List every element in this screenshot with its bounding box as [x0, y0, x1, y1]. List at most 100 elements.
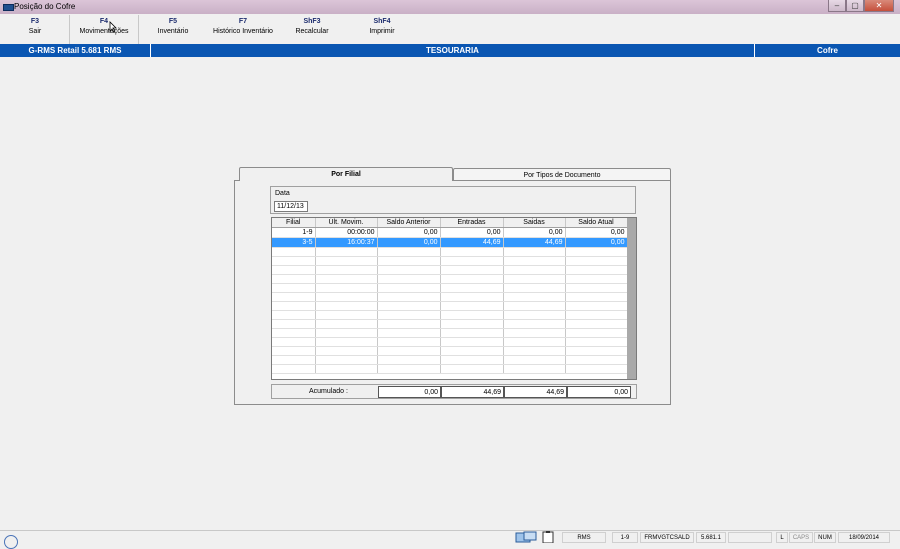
table-cell — [315, 355, 378, 365]
recalculate-button[interactable]: ShF3 Recalcular — [290, 17, 334, 37]
table-row[interactable] — [272, 319, 628, 329]
table-row[interactable] — [272, 364, 628, 374]
table-cell: 3-5 — [272, 237, 316, 248]
table-cell: 00:00:00 — [315, 227, 378, 238]
table-row[interactable] — [272, 256, 628, 266]
table-cell — [503, 310, 566, 320]
movements-button[interactable]: F4 Movimentações — [72, 17, 136, 37]
table-row[interactable] — [272, 346, 628, 356]
table-cell — [377, 283, 441, 293]
table-cell — [315, 292, 378, 302]
table-row[interactable]: 3-5 16:00:37 0,00 44,69 44,69 0,00 — [272, 237, 628, 248]
table-row[interactable] — [272, 328, 628, 338]
table-row[interactable] — [272, 274, 628, 284]
table-cell — [315, 283, 378, 293]
table-cell — [272, 346, 316, 356]
vertical-scrollbar[interactable] — [627, 218, 636, 379]
table-cell — [272, 364, 316, 374]
table-cell — [377, 337, 441, 347]
key-f5: F5 — [168, 18, 178, 25]
table-cell: 0,00 — [565, 237, 628, 248]
table-cell — [272, 256, 316, 266]
table-cell — [315, 328, 378, 338]
inventory-button[interactable]: F5 Inventário — [153, 17, 193, 37]
table-cell — [440, 355, 504, 365]
table-cell — [565, 256, 628, 266]
status-num: NUM — [814, 532, 836, 543]
module-header: G-RMS Retail 5.681 RMS TESOURARIA Cofre — [0, 44, 900, 57]
column-header[interactable]: Saldo Anterior — [377, 218, 441, 228]
table-cell — [315, 319, 378, 329]
status-bar: RMS 1-9 FRMVGTCSALD 5.681.1 L CAPS NUM 1… — [0, 530, 900, 549]
exit-label: Sair — [28, 28, 42, 35]
network-icon — [515, 531, 537, 543]
print-button[interactable]: ShF4 Imprimir — [364, 17, 400, 37]
table-row[interactable] — [272, 292, 628, 302]
accumulated-label: Acumulado : — [309, 388, 348, 395]
table-cell: 16:00:37 — [315, 237, 378, 248]
column-header[interactable]: Filial — [272, 218, 316, 228]
table-cell — [315, 247, 378, 257]
table-cell — [272, 355, 316, 365]
table-cell: 0,00 — [377, 237, 441, 248]
column-header[interactable]: Saldo Atual — [565, 218, 628, 228]
table-cell — [377, 346, 441, 356]
table-cell — [565, 355, 628, 365]
close-button[interactable]: ✕ — [864, 0, 894, 12]
table-cell — [503, 292, 566, 302]
movements-label: Movimentações — [79, 28, 129, 35]
table-cell — [503, 319, 566, 329]
date-field[interactable]: 11/12/13 — [274, 201, 308, 212]
title-bar: Posição do Cofre ‒ ▢ ✕ — [0, 0, 900, 14]
table-cell — [565, 328, 628, 338]
tab-label: Por Tipos de Documento — [523, 172, 601, 179]
accumulated-row: Acumulado : 0,00 44,69 44,69 0,00 — [271, 384, 637, 399]
table-row[interactable] — [272, 283, 628, 293]
mouse-cursor-icon — [109, 21, 117, 33]
column-header[interactable]: Entradas — [440, 218, 504, 228]
minimize-button[interactable]: ‒ — [828, 0, 846, 12]
table-cell — [272, 283, 316, 293]
table-row[interactable] — [272, 310, 628, 320]
table-row[interactable] — [272, 265, 628, 275]
inventory-history-button[interactable]: F7 Histórico Inventário — [207, 17, 279, 37]
table-cell — [440, 247, 504, 257]
maximize-button[interactable]: ▢ — [846, 0, 864, 12]
table-row[interactable]: 1-9 00:00:00 0,00 0,00 0,00 0,00 — [272, 227, 628, 238]
table-cell — [440, 256, 504, 266]
screen-name: Cofre — [817, 46, 838, 55]
table-cell — [315, 337, 378, 347]
exit-button[interactable]: F3 Sair — [22, 17, 48, 37]
table-cell — [565, 337, 628, 347]
status-form: FRMVGTCSALD — [640, 532, 694, 543]
balance-grid[interactable]: Filial Últ. Movim. Saldo Anterior Entrad… — [271, 217, 637, 380]
table-cell — [377, 301, 441, 311]
table-row[interactable] — [272, 301, 628, 311]
toolbar-separator — [69, 15, 70, 44]
function-key-toolbar: F3 Sair F4 Movimentações F5 Inventário F… — [0, 15, 900, 44]
table-cell — [565, 319, 628, 329]
table-cell — [440, 319, 504, 329]
status-l: L — [776, 532, 788, 543]
table-cell: 1-9 — [272, 227, 316, 238]
table-header-row: Filial Últ. Movim. Saldo Anterior Entrad… — [272, 218, 628, 228]
accumulated-current-balance: 0,00 — [567, 386, 631, 398]
inventory-history-label: Histórico Inventário — [213, 28, 273, 35]
table-cell — [272, 301, 316, 311]
tab-por-filial[interactable]: Por Filial — [239, 167, 453, 181]
table-row[interactable] — [272, 355, 628, 365]
table-cell — [565, 265, 628, 275]
status-version: 5.681.1 — [696, 532, 726, 543]
table-cell — [315, 256, 378, 266]
column-header[interactable]: Últ. Movim. — [315, 218, 378, 228]
column-header[interactable]: Saidas — [503, 218, 566, 228]
table-row[interactable] — [272, 247, 628, 257]
table-cell — [315, 301, 378, 311]
table-cell — [272, 265, 316, 275]
table-cell — [272, 310, 316, 320]
tab-label: Por Filial — [331, 171, 361, 178]
table-cell — [272, 274, 316, 284]
toolbar-separator — [138, 15, 139, 44]
table-row[interactable] — [272, 337, 628, 347]
table-cell — [503, 346, 566, 356]
